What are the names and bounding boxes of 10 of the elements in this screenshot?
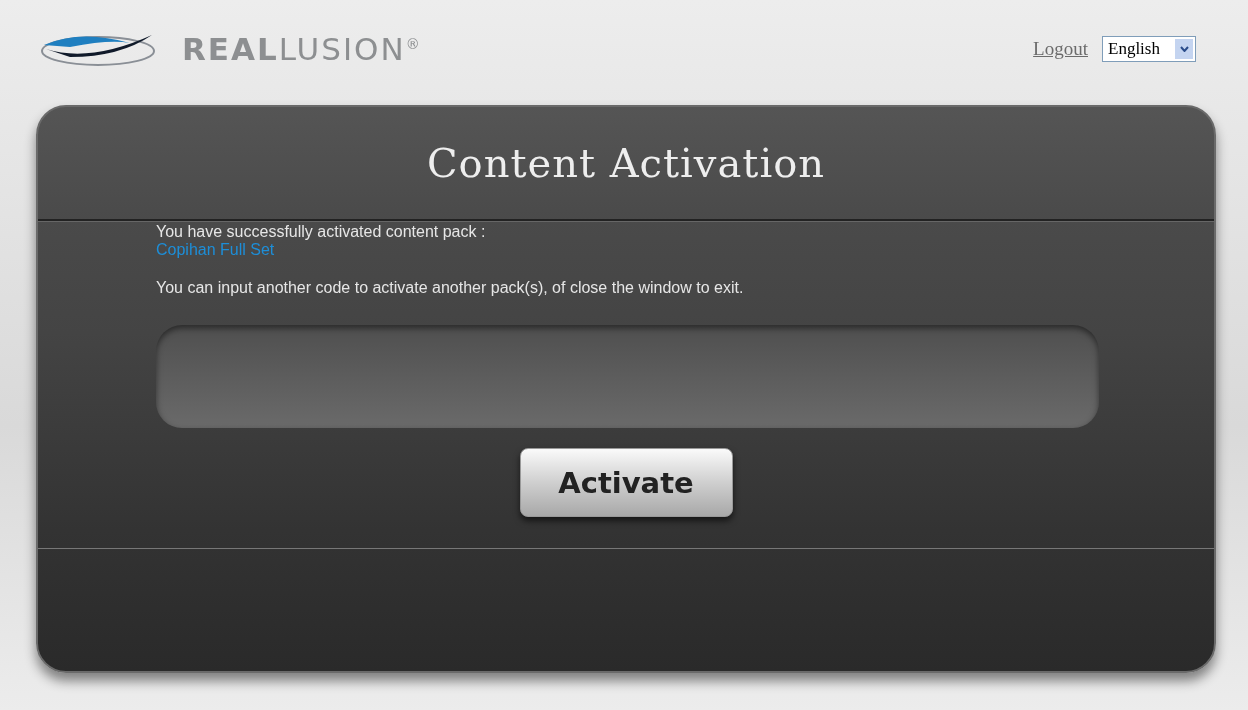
dropdown-icon <box>1179 45 1189 52</box>
success-message: You have successfully activated content pack : <box>156 223 487 241</box>
activate-button[interactable]: Activate <box>519 448 733 517</box>
panel-title: Content Activation <box>426 140 826 186</box>
logout-link[interactable]: Logout <box>1033 37 1088 60</box>
language-select[interactable]: English <box>1102 35 1196 62</box>
pack-name: Copihan Full Set <box>156 241 276 259</box>
logo-wordmark: REALLUSION$^{®}$ <box>182 30 422 67</box>
instruction-text: You can input another code to activate another pack(s), of close the window to exit. <box>156 279 745 297</box>
code-input-field[interactable] <box>156 325 1099 428</box>
